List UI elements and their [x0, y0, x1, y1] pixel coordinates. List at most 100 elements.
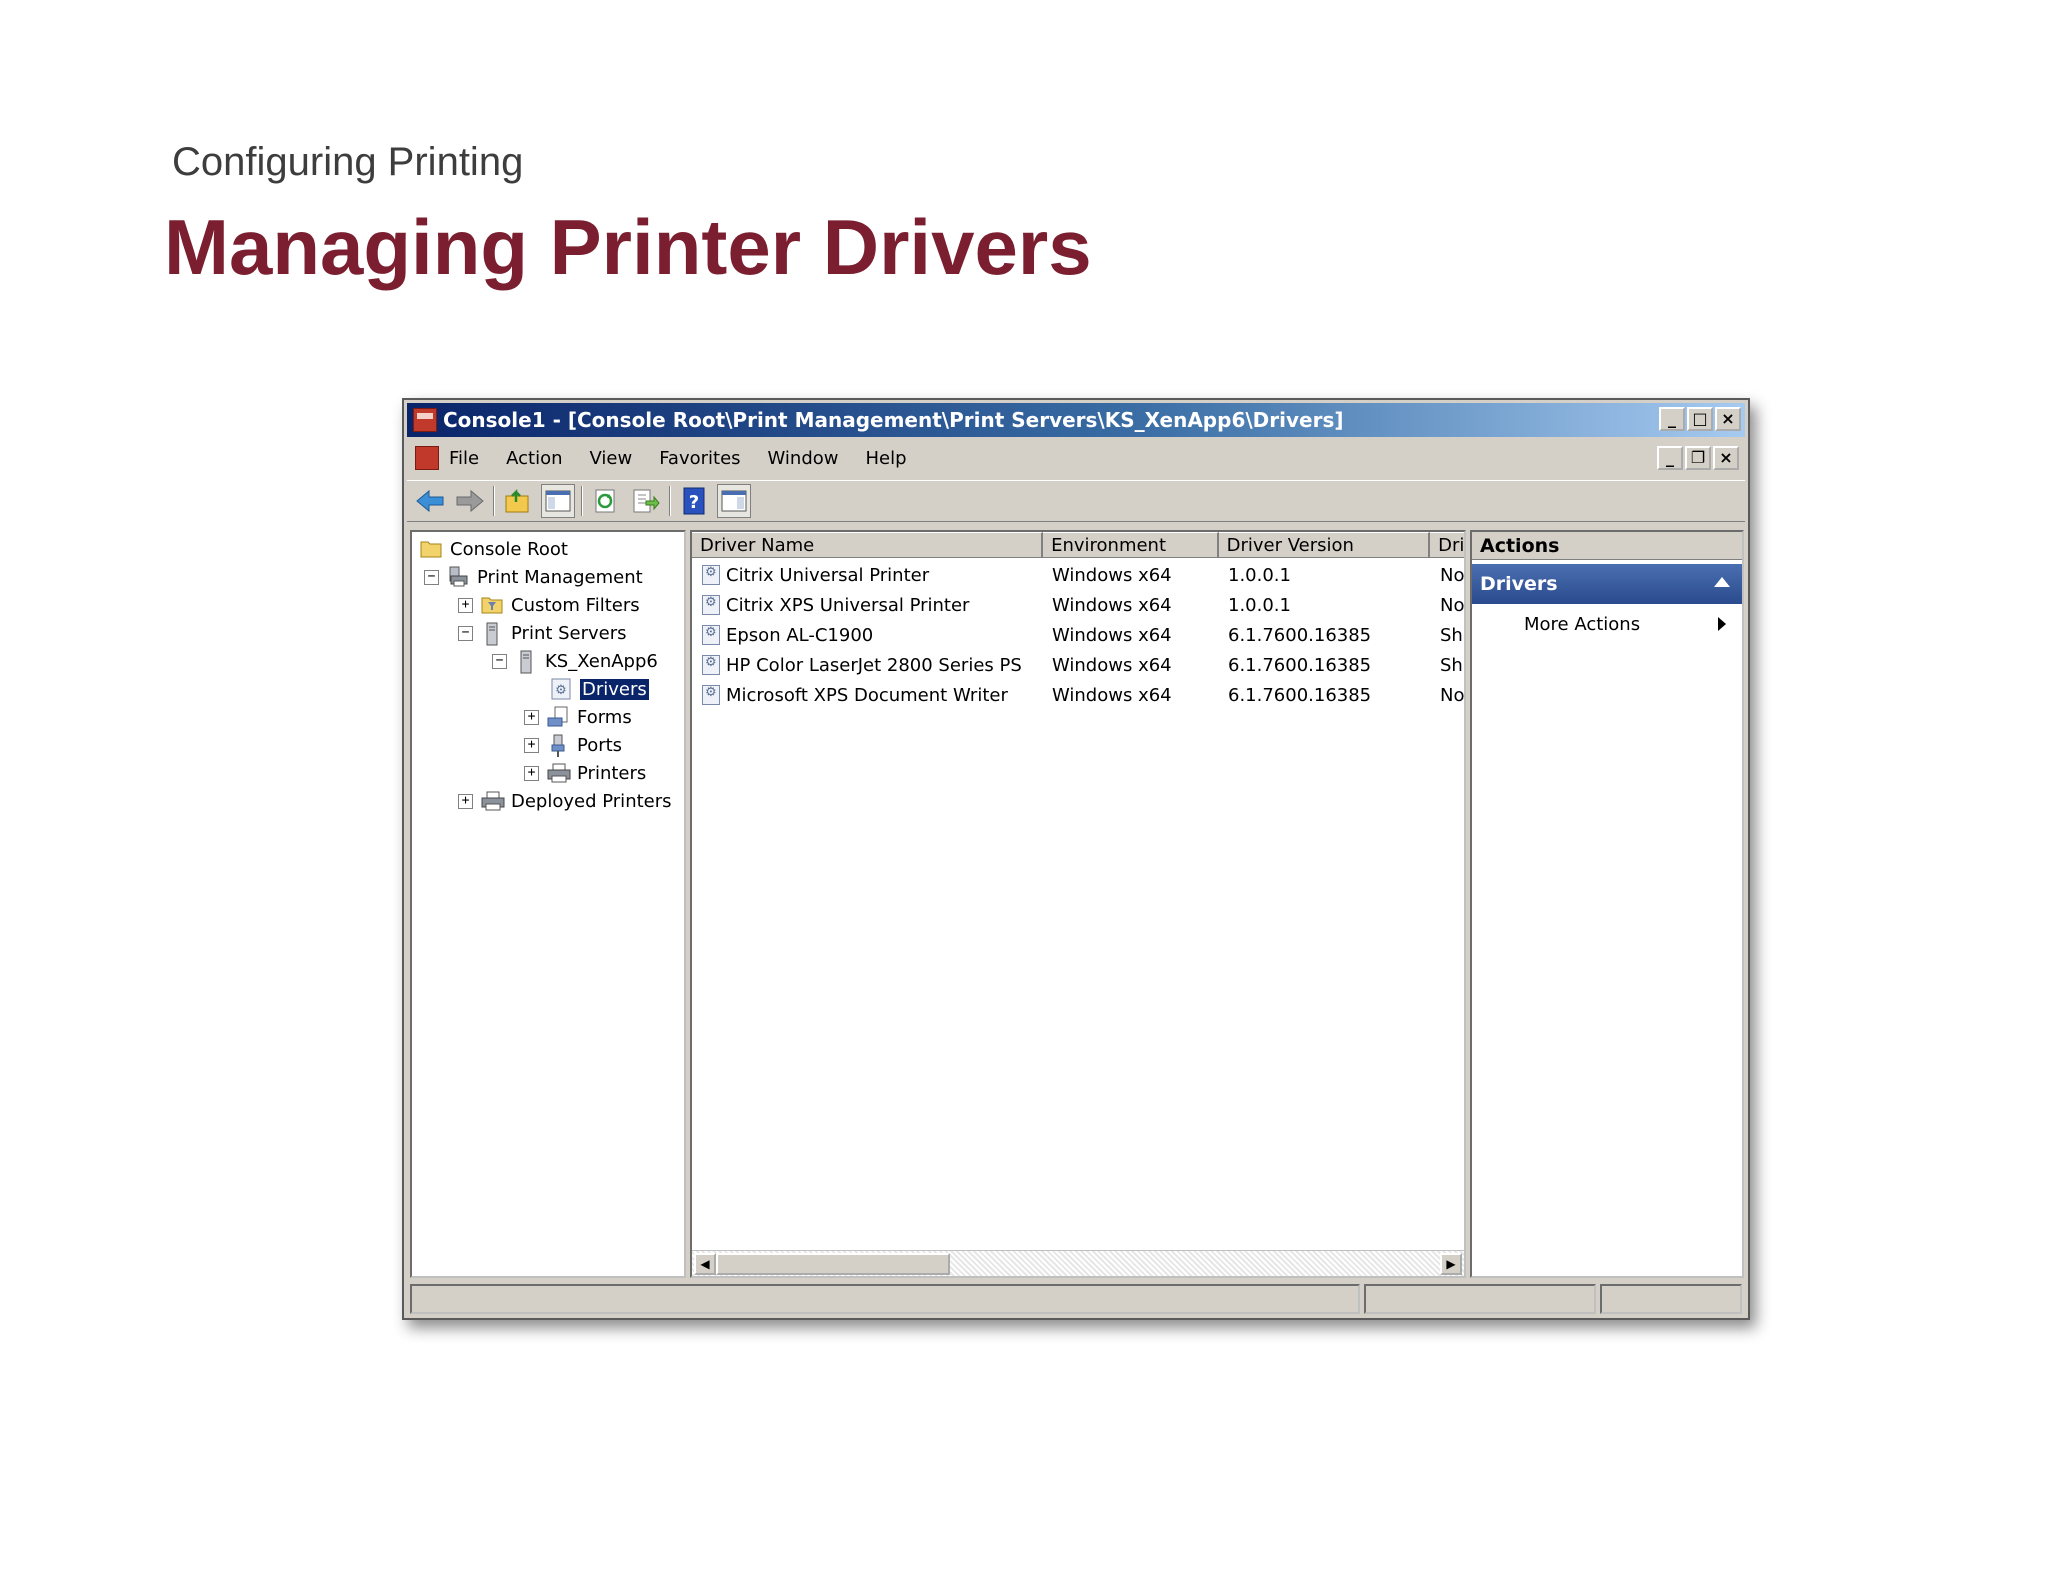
expand-toggle[interactable]: +: [524, 737, 539, 753]
cell-driver-name: Epson AL-C1900: [726, 624, 874, 646]
tree-item-print-servers[interactable]: − Print Servers: [458, 620, 627, 646]
driver-icon: [702, 655, 720, 675]
tree-item-ports[interactable]: + Ports: [524, 732, 622, 758]
cell-environment: Windows x64: [1052, 624, 1172, 646]
child-close-button[interactable]: ×: [1713, 446, 1739, 470]
tree-item-deployed-printers[interactable]: + Deployed Printers: [458, 788, 672, 814]
cell-driver-version: 1.0.0.1: [1228, 594, 1291, 616]
menu-window[interactable]: Window: [768, 448, 839, 469]
expand-toggle[interactable]: +: [524, 765, 539, 781]
port-icon: [547, 734, 569, 757]
child-window-controls: _ ❐ ×: [1657, 446, 1739, 470]
collapse-toggle[interactable]: −: [424, 569, 439, 585]
slide-title: Managing Printer Drivers: [164, 203, 1092, 291]
table-row[interactable]: Epson AL-C1900 Windows x64 6.1.7600.1638…: [692, 620, 1464, 650]
console-document-icon[interactable]: [415, 446, 439, 470]
maximize-button[interactable]: □: [1687, 407, 1713, 431]
scroll-left-button[interactable]: ◀: [694, 1253, 716, 1275]
driver-icon: [702, 625, 720, 645]
tree-item-drivers[interactable]: ⚙ Drivers: [550, 676, 650, 702]
list-header: Driver Name Environment Driver Version D…: [692, 532, 1464, 558]
table-row[interactable]: HP Color LaserJet 2800 Series PS Windows…: [692, 650, 1464, 680]
help-icon[interactable]: ?: [677, 484, 711, 518]
more-actions-label: More Actions: [1524, 613, 1641, 635]
tree-label-selected: Drivers: [579, 677, 650, 701]
cell-driver-version: 1.0.0.1: [1228, 564, 1291, 586]
submenu-arrow-icon: [1718, 617, 1726, 631]
tree-item-forms[interactable]: + Forms: [524, 704, 632, 730]
table-row[interactable]: Microsoft XPS Document Writer Windows x6…: [692, 680, 1465, 710]
more-actions-item[interactable]: More Actions: [1472, 604, 1742, 644]
tree-item-console-root[interactable]: Console Root: [420, 536, 568, 562]
scroll-right-button[interactable]: ▶: [1440, 1253, 1462, 1275]
status-panel-2: [1364, 1284, 1596, 1314]
menu-action[interactable]: Action: [506, 448, 562, 469]
tree-item-ks-xenapp6[interactable]: − KS_XenApp6: [492, 648, 658, 674]
printer-icon: [481, 790, 505, 812]
actions-section-label: Drivers: [1480, 573, 1558, 595]
column-driver-name[interactable]: Driver Name: [692, 532, 1044, 558]
tree-item-printers[interactable]: + Printers: [524, 760, 646, 786]
cell-driver-version: 6.1.7600.16385: [1228, 654, 1372, 676]
cell-environment: Windows x64: [1052, 564, 1172, 586]
toolbar-separator: [493, 486, 495, 516]
cell-driver-name: Microsoft XPS Document Writer: [726, 684, 1008, 706]
window-controls: _ □ ×: [1659, 407, 1741, 431]
menu-file[interactable]: File: [449, 448, 479, 469]
tree-label: Forms: [577, 706, 632, 728]
export-list-icon[interactable]: [629, 484, 663, 518]
print-management-icon: [447, 566, 469, 588]
svg-text:⚙: ⚙: [555, 683, 567, 698]
cell-driver-type: Sh: [1440, 654, 1463, 676]
cell-driver-version: 6.1.7600.16385: [1228, 624, 1372, 646]
column-environment[interactable]: Environment: [1043, 532, 1219, 558]
tree-label: Custom Filters: [511, 594, 640, 616]
expand-toggle[interactable]: +: [458, 793, 473, 809]
menu-favorites[interactable]: Favorites: [659, 448, 740, 469]
show-hide-action-pane-icon[interactable]: [717, 484, 751, 518]
tree-label: KS_XenApp6: [545, 650, 658, 672]
table-row[interactable]: Citrix Universal Printer Windows x64 1.0…: [692, 560, 1465, 590]
up-folder-icon[interactable]: [501, 484, 535, 518]
child-restore-button[interactable]: ❐: [1685, 446, 1711, 470]
collapse-up-icon[interactable]: [1714, 577, 1730, 587]
column-driver-version[interactable]: Driver Version: [1218, 532, 1431, 558]
mmc-app-icon[interactable]: [413, 408, 437, 432]
expand-toggle[interactable]: +: [524, 709, 539, 725]
actions-section-drivers[interactable]: Drivers: [1472, 564, 1742, 604]
child-minimize-button[interactable]: _: [1657, 446, 1683, 470]
menu-view[interactable]: View: [590, 448, 633, 469]
actions-title: Actions: [1472, 532, 1742, 560]
cell-driver-name: Citrix XPS Universal Printer: [726, 594, 970, 616]
server-icon: [515, 650, 537, 674]
window-title: Console1 - [Console Root\Print Managemen…: [443, 408, 1344, 432]
cell-driver-name: Citrix Universal Printer: [726, 564, 930, 586]
toolbar: ?: [407, 480, 1745, 522]
menu-help[interactable]: Help: [866, 448, 907, 469]
mmc-window: Console1 - [Console Root\Print Managemen…: [402, 398, 1750, 1320]
forward-icon[interactable]: [453, 484, 487, 518]
cell-driver-type: No: [1440, 684, 1465, 706]
cell-environment: Windows x64: [1052, 594, 1172, 616]
horizontal-scrollbar[interactable]: ◀ ▶: [692, 1250, 1464, 1276]
collapse-toggle[interactable]: −: [492, 653, 507, 669]
show-hide-tree-icon[interactable]: [541, 484, 575, 518]
column-driver-type[interactable]: Dri: [1430, 532, 1464, 558]
table-row[interactable]: Citrix XPS Universal Printer Windows x64…: [692, 590, 1464, 620]
toolbar-separator: [669, 486, 671, 516]
tree-item-custom-filters[interactable]: + Custom Filters: [458, 592, 640, 618]
close-button[interactable]: ×: [1715, 407, 1741, 431]
window-titlebar[interactable]: Console1 - [Console Root\Print Managemen…: [407, 403, 1745, 437]
scroll-thumb[interactable]: [716, 1253, 950, 1275]
console-tree: Console Root − Print Management + Custom…: [410, 530, 686, 1278]
minimize-button[interactable]: _: [1659, 407, 1685, 431]
expand-toggle[interactable]: +: [458, 597, 473, 613]
collapse-toggle[interactable]: −: [458, 625, 473, 641]
tree-item-print-management[interactable]: − Print Management: [424, 564, 643, 590]
back-icon[interactable]: [413, 484, 447, 518]
refresh-icon[interactable]: [589, 484, 623, 518]
actions-pane: Actions Drivers More Actions: [1470, 530, 1744, 1278]
cell-driver-version: 6.1.7600.16385: [1228, 684, 1372, 706]
cell-driver-type: No: [1440, 564, 1465, 586]
drivers-list: Driver Name Environment Driver Version D…: [690, 530, 1466, 1278]
